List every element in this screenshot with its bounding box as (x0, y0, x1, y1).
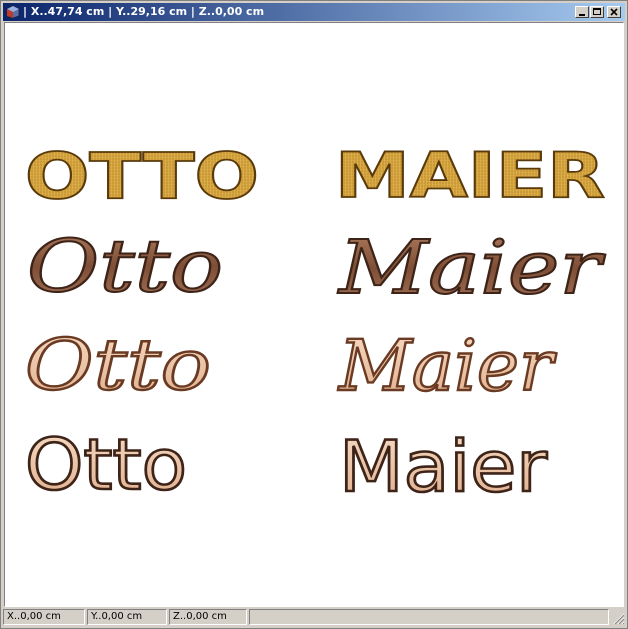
lettering-otto-bronze-solid: Otto (27, 224, 223, 308)
window-title: | X..47,74 cm | Y..29,16 cm | Z..0,00 cm (23, 5, 265, 18)
status-y-coordinate: Y..0,00 cm (87, 609, 167, 625)
status-bar: X..0,00 cm Y..0,00 cm Z..0,00 cm (3, 608, 625, 626)
bronze-outline-italic-row: Otto Maier (24, 323, 558, 408)
cube-icon (6, 5, 20, 19)
maximize-icon (593, 8, 601, 15)
close-button[interactable] (607, 6, 621, 18)
lettering-otto-outline-upright: Otto (25, 424, 187, 506)
lettering-maier-outline-italic: Maier (337, 325, 557, 407)
close-icon (610, 8, 618, 16)
bronze-solid-row: Otto Maier (26, 223, 607, 312)
lettering-maier-bronze-solid: Maier (337, 225, 607, 311)
lettering-maier-outline-upright: Maier (339, 426, 547, 508)
status-x-coordinate: X..0,00 cm (3, 609, 85, 625)
resize-grip-icon[interactable] (611, 611, 625, 625)
lettering-otto-outline-italic: Otto (25, 324, 211, 406)
title-bar[interactable]: | X..47,74 cm | Y..29,16 cm | Z..0,00 cm (3, 3, 625, 21)
bronze-outline-upright-row: Otto Maier (24, 423, 549, 510)
status-z-coordinate: Z..0,00 cm (169, 609, 247, 625)
lettering-preview: OTTO MAIER Otto Maier Otto Maier Otto Ma… (24, 138, 608, 510)
gold-lettering-row: OTTO MAIER (24, 138, 606, 214)
status-extra-panel (249, 609, 609, 625)
lettering-maier-gold: MAIER (335, 139, 605, 212)
app-window: | X..47,74 cm | Y..29,16 cm | Z..0,00 cm (0, 0, 628, 629)
design-canvas[interactable]: OTTO MAIER Otto Maier Otto Maier Otto Ma… (4, 22, 624, 607)
minimize-button[interactable] (575, 6, 589, 18)
minimize-icon (579, 14, 585, 16)
maximize-button[interactable] (590, 6, 604, 18)
lettering-otto-gold: OTTO (25, 140, 259, 213)
